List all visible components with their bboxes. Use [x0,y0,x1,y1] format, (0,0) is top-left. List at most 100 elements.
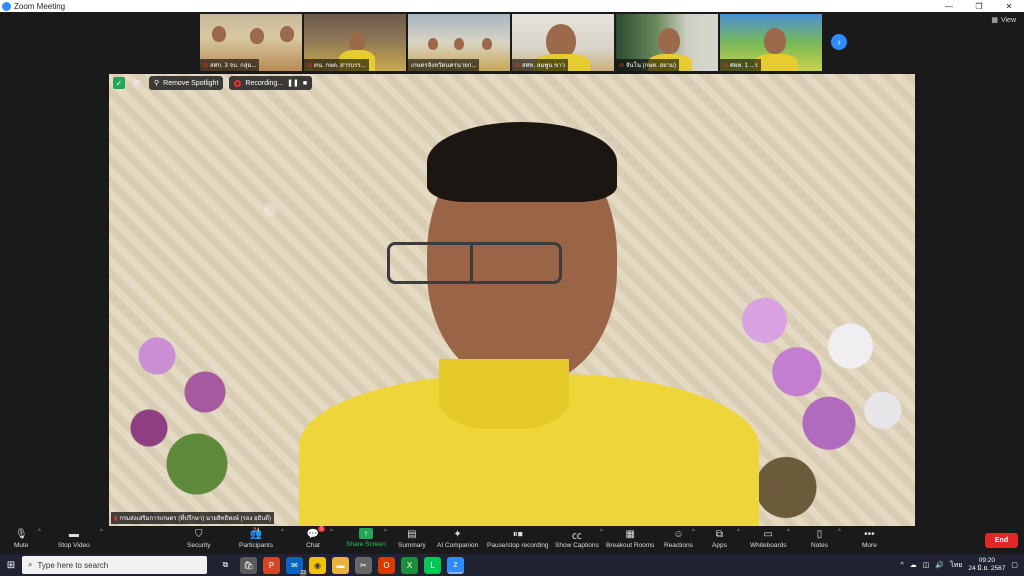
participant-name: ⊘ สศก. 3 จบ. กลุ่ม... [200,59,260,71]
title-bar: Zoom Meeting — ❐ ✕ [0,0,1024,12]
reactions-button[interactable]: ☺ Reactions [664,528,693,550]
participant-thumbnail[interactable]: ⊘ ตน. กษต. สารบรร... [304,14,406,71]
minimize-button[interactable]: — [934,0,964,12]
apps-options-caret-icon[interactable]: ^ [737,529,740,535]
layout-grid-icon[interactable]: ⊞ [131,77,143,89]
recording-label: Recording... [245,79,284,87]
muted-mic-icon: ⊘ [619,63,625,69]
file-explorer-icon[interactable]: ▬ [332,556,349,574]
orchid-decoration-left [109,284,269,524]
notifications-icon[interactable]: ▢ [1011,561,1018,569]
participants-button[interactable]: 👥 24 Participants [239,528,273,549]
participants-options-caret-icon[interactable]: ^ [281,529,284,535]
language-indicator[interactable]: ไทย [950,560,962,571]
clock-date: 24 มิ.ย. 2567 [968,565,1006,572]
next-page-arrow-icon[interactable]: › [831,34,847,50]
sparkle-icon: ✦ [453,528,462,540]
mic-icon: ▮ [114,516,118,522]
participant-thumbnail[interactable]: เกษตรจังหวัดนครนายก... [408,14,510,71]
powerpoint-icon[interactable]: P [263,556,280,574]
summary-button[interactable]: ▤ Summary [398,528,426,550]
speaker-name-tag: ▮ กรมส่งเสริมการเกษตร (ที่ปรึกษา) นายสิทธ… [111,512,275,524]
close-button[interactable]: ✕ [994,0,1024,12]
captions-icon: ㏄ [571,530,582,542]
search-icon: ⌕ [28,560,33,569]
recording-indicator: Recording... ❚❚ ■ [229,76,313,90]
pause-stop-icon: ⏸⏹ [512,528,523,540]
spotlight-controls-bar: ✓ ⊞ ⚲ Remove Spotlight Recording... ❚❚ ■ [109,74,915,92]
gallery-strip: ⊘ สศก. 3 จบ. กลุ่ม... ⊘ ตน. กษต. สารบรร...… [0,12,1024,74]
view-button[interactable]: ▦ View [991,16,1016,25]
participant-thumbnail[interactable]: ⊘ ศผท. 1 ...ร [720,14,822,71]
breakout-rooms-button[interactable]: ▦ Breakout Rooms [606,528,654,550]
store-icon[interactable]: 🛍 [240,556,257,574]
ai-companion-button[interactable]: ✦ AI Companion [437,528,478,550]
participant-name: ⊘ จันโน (กษต. สยาม) [616,59,679,71]
participant-name: เกษตรจังหวัดนครนายก... [408,59,480,71]
participant-thumbnail[interactable]: ⊘ สศท. ลมพูน ขาว [512,14,614,71]
chrome-icon[interactable]: ◉ [309,556,326,574]
show-hidden-icons-icon[interactable]: ^ [900,562,903,569]
breakout-rooms-icon: ▦ [625,528,635,540]
muted-mic-icon: ⊘ [307,63,313,69]
emoji-icon: ☺ [673,528,684,540]
windows-start-icon[interactable]: ⊞ [0,554,22,576]
security-button[interactable]: ⛉ Security [187,528,210,550]
muted-mic-icon: ⊘ [203,63,209,69]
snipping-tool-icon[interactable]: ✂ [355,556,372,574]
whiteboards-options-caret-icon[interactable]: ^ [787,529,790,535]
mute-button[interactable]: 🎙 Mute [14,528,28,550]
restore-button[interactable]: ❐ [964,0,994,12]
onedrive-icon[interactable]: ☁ [910,561,917,569]
apps-button[interactable]: ⧉ Apps [712,528,727,550]
taskbar-clock[interactable]: 09:20 24 มิ.ย. 2567 [968,557,1005,573]
view-label: View [1000,16,1016,24]
zoom-taskbar-icon[interactable]: z [447,556,464,574]
speaker-glasses [387,242,562,284]
share-options-caret-icon[interactable]: ^ [384,529,387,535]
notes-options-caret-icon[interactable]: ^ [838,529,841,535]
network-icon[interactable]: ◫ [923,561,930,569]
excel-icon[interactable]: X [401,556,418,574]
taskbar-apps: ⧉ 🛍 P ✉ 22 ◉ ▬ ✂ O X L z [217,556,464,576]
participant-thumbnail[interactable]: ⊘ สศก. 3 จบ. กลุ่ม... [200,14,302,71]
whiteboard-icon: ▭ [763,528,773,540]
reactions-options-caret-icon[interactable]: ^ [692,529,695,535]
pause-stop-recording-button[interactable]: ⏸⏹ Pause/stop recording [487,528,548,550]
share-screen-button[interactable]: ↑ Share Screen [346,528,386,548]
participant-name: ⊘ สศท. ลมพูน ขาว [512,59,568,71]
office-icon[interactable]: O [378,556,395,574]
muted-mic-icon: ⊘ [515,63,521,69]
whiteboards-button[interactable]: ▭ Whiteboards [750,528,787,550]
spotlight-video: ✓ ⊞ ⚲ Remove Spotlight Recording... ❚❚ ■… [109,74,915,526]
pause-recording-icon[interactable]: ❚❚ [287,79,299,87]
participants-count: 24 [253,528,260,534]
windows-taskbar: ⊞ ⌕ Type here to search ⧉ 🛍 P ✉ 22 ◉ ▬ ✂ … [0,554,1024,576]
more-button[interactable]: ••• More [862,528,877,550]
captions-options-caret-icon[interactable]: ^ [600,529,603,535]
participant-thumbnail[interactable]: ⊘ จันโน (กษต. สยาม) [616,14,718,71]
shield-icon: ⛉ [194,528,203,540]
mute-options-caret-icon[interactable]: ^ [38,529,41,535]
stop-recording-icon[interactable]: ■ [303,80,307,87]
volume-icon[interactable]: 🔊 [935,561,944,569]
thumbnail-list: ⊘ สศก. 3 จบ. กลุ่ม... ⊘ ตน. กษต. สารบรร...… [200,14,822,71]
remove-spotlight-button[interactable]: ⚲ Remove Spotlight [149,76,224,90]
window-title: Zoom Meeting [14,1,66,11]
search-placeholder: Type here to search [37,560,109,570]
show-captions-button[interactable]: ㏄ Show Captions [555,528,599,550]
mail-icon[interactable]: ✉ 22 [286,556,307,576]
taskbar-search-input[interactable]: ⌕ Type here to search [22,556,207,574]
notes-button[interactable]: ▯ Notes [811,528,828,550]
stop-video-button[interactable]: ▬ Stop Video [58,528,90,550]
chat-unread-badge: 1 [318,526,325,532]
line-app-icon[interactable]: L [424,556,441,574]
chat-button[interactable]: 💬 1 Chat [306,526,325,549]
video-options-caret-icon[interactable]: ^ [100,529,103,535]
microphone-icon: 🎙 [14,528,28,540]
task-view-icon[interactable]: ⧉ [217,557,234,574]
end-meeting-button[interactable]: End [985,533,1018,548]
encryption-shield-icon[interactable]: ✓ [113,77,125,89]
chat-options-caret-icon[interactable]: ^ [330,529,333,535]
grid-view-icon: ▦ [991,17,998,24]
